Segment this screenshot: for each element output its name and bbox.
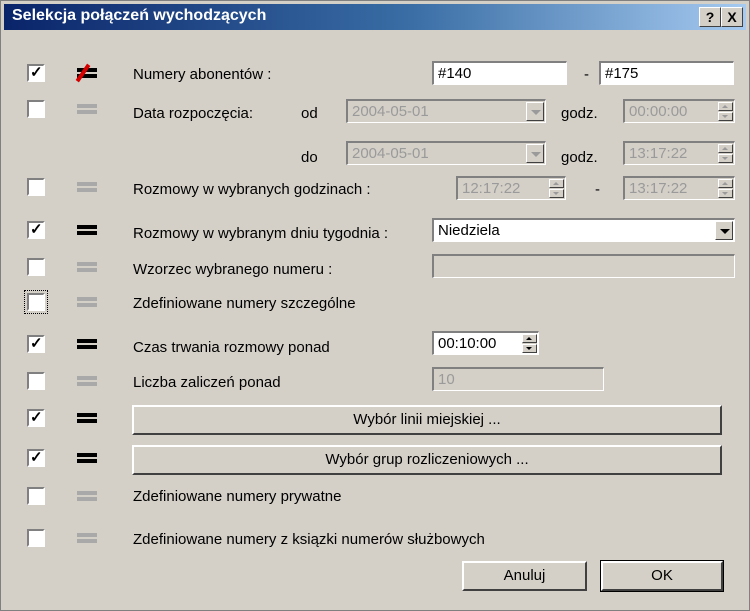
charges-input[interactable]: 10 — [432, 367, 604, 391]
to-time-input[interactable]: 13:17:22 — [623, 141, 735, 165]
spin-up-icon[interactable] — [549, 179, 564, 188]
private-numbers-checkbox[interactable] — [27, 487, 45, 505]
weekday-checkbox[interactable]: ✓ — [27, 221, 45, 239]
special-numbers-label: Zdefiniowane numery szczególne — [133, 295, 356, 312]
chevron-down-icon[interactable] — [526, 102, 544, 121]
equal-operator-icon[interactable] — [77, 411, 97, 425]
spin-up-icon[interactable] — [718, 102, 733, 111]
spin-up-icon[interactable] — [718, 144, 733, 153]
check-icon: ✓ — [30, 64, 43, 81]
check-icon: ✓ — [30, 221, 43, 238]
spinner[interactable] — [549, 179, 564, 198]
check-icon: ✓ — [30, 335, 43, 352]
pattern-input[interactable] — [432, 254, 735, 278]
dialog-title: Selekcja połączeń wychodzących — [12, 7, 267, 24]
close-button[interactable]: X — [721, 7, 743, 27]
to-date-label: do — [301, 149, 318, 166]
from-time-input[interactable]: 00:00:00 — [623, 99, 735, 123]
from-hour-label: godz. — [561, 105, 598, 122]
spin-down-icon[interactable] — [718, 154, 733, 163]
hours-checkbox[interactable] — [27, 178, 45, 196]
duration-label: Czas trwania rozmowy ponad — [133, 339, 330, 356]
equal-operator-icon[interactable] — [77, 102, 97, 116]
range-separator: - — [584, 66, 589, 83]
equal-operator-icon[interactable] — [77, 337, 97, 351]
check-icon: ✓ — [30, 409, 43, 426]
business-numbers-label: Zdefiniowane numery z ksiązki numerów sł… — [133, 531, 485, 548]
select-groups-button[interactable]: Wybór grup rozliczeniowych ... — [132, 445, 722, 475]
to-date-value: 2004-05-01 — [352, 145, 429, 162]
weekday-value: Niedziela — [438, 222, 500, 239]
dialog-window: Selekcja połączeń wychodzących ? X ✓ Num… — [0, 0, 750, 611]
hours-from-input[interactable]: 12:17:22 — [456, 176, 566, 200]
start-date-checkbox[interactable] — [27, 100, 45, 118]
ok-button[interactable]: OK — [600, 560, 724, 592]
equal-operator-icon[interactable] — [77, 180, 97, 194]
equal-operator-icon[interactable] — [77, 295, 97, 309]
spinner[interactable] — [718, 102, 733, 121]
equal-operator-icon[interactable] — [77, 260, 97, 274]
equal-operator-icon[interactable] — [77, 489, 97, 503]
spinner[interactable] — [718, 179, 733, 198]
spin-down-icon[interactable] — [718, 112, 733, 121]
start-date-label: Data rozpoczęcia: — [133, 105, 254, 122]
equal-operator-icon[interactable] — [77, 451, 97, 465]
groups-checkbox[interactable]: ✓ — [27, 449, 45, 467]
spin-down-icon[interactable] — [549, 189, 564, 198]
pattern-label: Wzorzec wybranego numeru : — [133, 261, 333, 278]
subscriber-to-input[interactable]: #175 — [599, 61, 734, 85]
equal-operator-icon[interactable] — [77, 531, 97, 545]
special-numbers-checkbox[interactable] — [24, 290, 48, 314]
business-numbers-checkbox[interactable] — [27, 529, 45, 547]
pattern-checkbox[interactable] — [27, 258, 45, 276]
spin-down-icon[interactable] — [522, 344, 537, 353]
duration-value: 00:10:00 — [438, 335, 497, 352]
spin-up-icon[interactable] — [522, 334, 537, 343]
help-button[interactable]: ? — [699, 7, 721, 27]
equal-operator-icon[interactable] — [77, 374, 97, 388]
weekday-select[interactable]: Niedziela — [432, 218, 735, 242]
equal-operator-icon[interactable] — [77, 223, 97, 237]
duration-checkbox[interactable]: ✓ — [27, 335, 45, 353]
charges-label: Liczba zaliczeń ponad — [133, 374, 281, 391]
cancel-button[interactable]: Anuluj — [462, 561, 587, 591]
hours-from-value: 12:17:22 — [462, 180, 521, 197]
hours-to-value: 13:17:22 — [629, 180, 688, 197]
spinner[interactable] — [522, 334, 537, 353]
subscribers-label: Numery abonentów : — [133, 66, 272, 83]
private-numbers-label: Zdefiniowane numery prywatne — [133, 488, 342, 505]
hours-label: Rozmowy w wybranych godzinach : — [133, 181, 371, 198]
hours-to-input[interactable]: 13:17:22 — [623, 176, 735, 200]
chevron-down-icon[interactable] — [526, 144, 544, 163]
from-date-select[interactable]: 2004-05-01 — [346, 99, 546, 123]
hours-separator: - — [595, 181, 600, 198]
title-bar: Selekcja połączeń wychodzących ? X — [4, 4, 746, 30]
weekday-label: Rozmowy w wybranym dniu tygodnia : — [133, 225, 389, 242]
duration-input[interactable]: 00:10:00 — [432, 331, 539, 355]
spin-down-icon[interactable] — [718, 189, 733, 198]
to-hour-label: godz. — [561, 149, 598, 166]
spinner[interactable] — [718, 144, 733, 163]
to-date-select[interactable]: 2004-05-01 — [346, 141, 546, 165]
subscribers-checkbox[interactable]: ✓ — [27, 64, 45, 82]
charges-checkbox[interactable] — [27, 372, 45, 390]
chevron-down-icon[interactable] — [715, 221, 733, 240]
lines-checkbox[interactable]: ✓ — [27, 409, 45, 427]
from-date-value: 2004-05-01 — [352, 103, 429, 120]
from-time-value: 00:00:00 — [629, 103, 688, 120]
select-lines-button[interactable]: Wybór linii miejskiej ... — [132, 405, 722, 435]
from-date-label: od — [301, 105, 318, 122]
spin-up-icon[interactable] — [718, 179, 733, 188]
to-time-value: 13:17:22 — [629, 145, 688, 162]
subscriber-from-input[interactable]: #140 — [432, 61, 567, 85]
check-icon: ✓ — [30, 449, 43, 466]
not-equal-operator-icon[interactable] — [75, 63, 97, 83]
